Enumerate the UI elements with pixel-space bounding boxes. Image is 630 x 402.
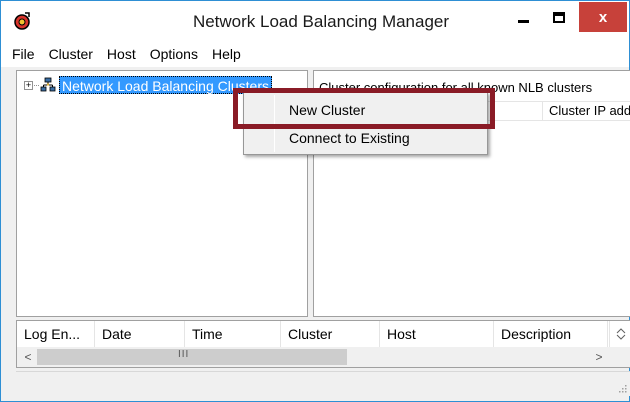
column-description[interactable]: Description — [494, 321, 608, 347]
status-bar — [16, 371, 630, 396]
close-button[interactable]: x — [579, 2, 627, 32]
nlb-manager-window: Network Load Balancing Manager x File Cl… — [0, 0, 630, 402]
horizontal-scrollbar[interactable]: < III > — [17, 347, 630, 367]
column-cluster-ip[interactable]: Cluster IP addr — [542, 102, 630, 120]
scroll-left-icon[interactable]: < — [20, 348, 36, 366]
menu-item-connect-to-existing[interactable]: Connect to Existing — [289, 130, 410, 146]
highlight-frame — [233, 88, 495, 129]
menu-file[interactable]: File — [11, 46, 36, 62]
minimize-button[interactable] — [505, 2, 541, 32]
scroll-thumb-grip: III — [178, 349, 190, 360]
menu-help[interactable]: Help — [211, 46, 242, 62]
menu-cluster[interactable]: Cluster — [48, 46, 94, 62]
scroll-right-icon[interactable]: > — [589, 348, 609, 366]
menu-options[interactable]: Options — [149, 46, 199, 62]
column-cluster[interactable]: Cluster — [281, 321, 380, 347]
minimize-icon — [517, 20, 529, 23]
log-column-header: Log En... Date Time Cluster Host Descrip… — [17, 321, 608, 347]
close-icon: x — [598, 8, 608, 26]
tree-connector — [34, 84, 39, 86]
menu-bar: File Cluster Host Options Help — [1, 41, 629, 67]
column-time[interactable]: Time — [185, 321, 281, 347]
vertical-scroll-buttons[interactable] — [609, 321, 630, 347]
title-bar[interactable]: Network Load Balancing Manager x — [1, 1, 629, 41]
cluster-group-icon — [40, 77, 56, 92]
log-list[interactable]: Log En... Date Time Cluster Host Descrip… — [16, 320, 630, 368]
column-log-entry[interactable]: Log En... — [17, 321, 95, 347]
tree-expander-icon[interactable]: + — [24, 80, 33, 90]
maximize-icon — [553, 11, 565, 23]
column-host[interactable]: Host — [380, 321, 494, 347]
chevron-down-icon[interactable] — [616, 334, 626, 340]
menu-host[interactable]: Host — [106, 46, 137, 62]
resize-grip-icon[interactable] — [619, 385, 627, 393]
scroll-thumb[interactable] — [37, 349, 347, 365]
maximize-button[interactable] — [541, 2, 577, 32]
column-date[interactable]: Date — [95, 321, 185, 347]
